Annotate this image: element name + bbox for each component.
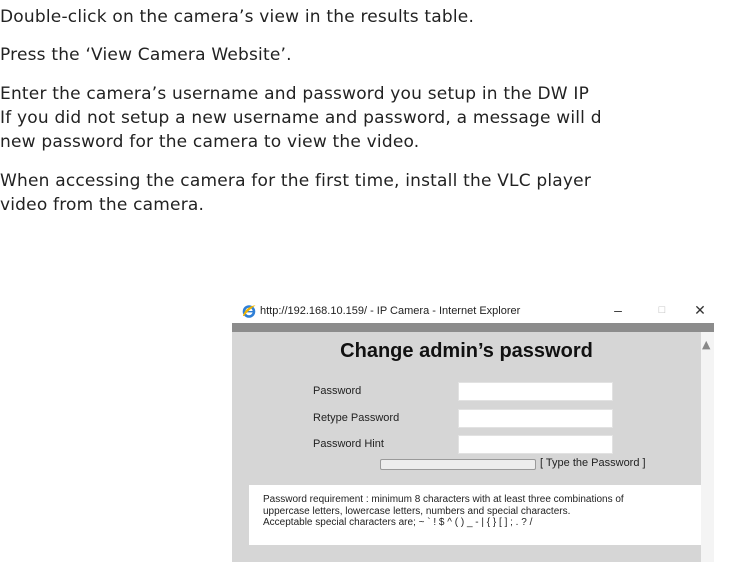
doc-line-1: Double-click on the camera’s view in the…	[0, 7, 475, 27]
vertical-scrollbar[interactable]: ▲	[701, 332, 714, 562]
doc-line-7: video from the camera.	[0, 195, 205, 215]
doc-line-4: If you did not setup a new username and …	[0, 108, 602, 128]
retype-password-input[interactable]	[458, 409, 613, 428]
password-hint-label: Password Hint	[313, 438, 384, 450]
password-strength-text: [ Type the Password ]	[540, 457, 646, 469]
minimize-button[interactable]: –	[608, 301, 628, 319]
retype-password-label: Retype Password	[313, 412, 400, 424]
page-title: Change admin’s password	[340, 340, 593, 362]
password-requirements: Password requirement : minimum 8 charact…	[249, 485, 705, 545]
page-top-bar	[232, 323, 714, 332]
doc-line-6: When accessing the camera for the first …	[0, 171, 592, 191]
browser-titlebar: http://192.168.10.159/ - IP Camera - Int…	[232, 298, 714, 323]
password-strength-bar	[380, 459, 536, 470]
doc-line-2: Press the ‘View Camera Website’.	[0, 45, 292, 65]
password-hint-input[interactable]	[458, 435, 613, 454]
requirement-line: Acceptable special characters are; ~ ` !…	[263, 517, 533, 528]
close-button[interactable]: ✕	[690, 301, 710, 319]
password-form-panel: Change admin’s password Password Retype …	[232, 332, 705, 562]
password-label: Password	[313, 385, 362, 397]
internet-explorer-icon	[242, 304, 256, 318]
scroll-up-icon[interactable]: ▲	[702, 338, 710, 351]
requirement-line: uppercase letters, lowercase letters, nu…	[263, 505, 571, 517]
requirement-line: Password requirement : minimum 8 charact…	[263, 494, 624, 505]
password-input[interactable]	[458, 382, 613, 401]
browser-title: http://192.168.10.159/ - IP Camera - Int…	[260, 305, 521, 317]
doc-line-5: new password for the camera to view the …	[0, 132, 420, 152]
browser-window-screenshot: http://192.168.10.159/ - IP Camera - Int…	[232, 298, 714, 562]
doc-line-3: Enter the camera’s username and password…	[0, 84, 590, 104]
maximize-button[interactable]: □	[652, 301, 672, 319]
